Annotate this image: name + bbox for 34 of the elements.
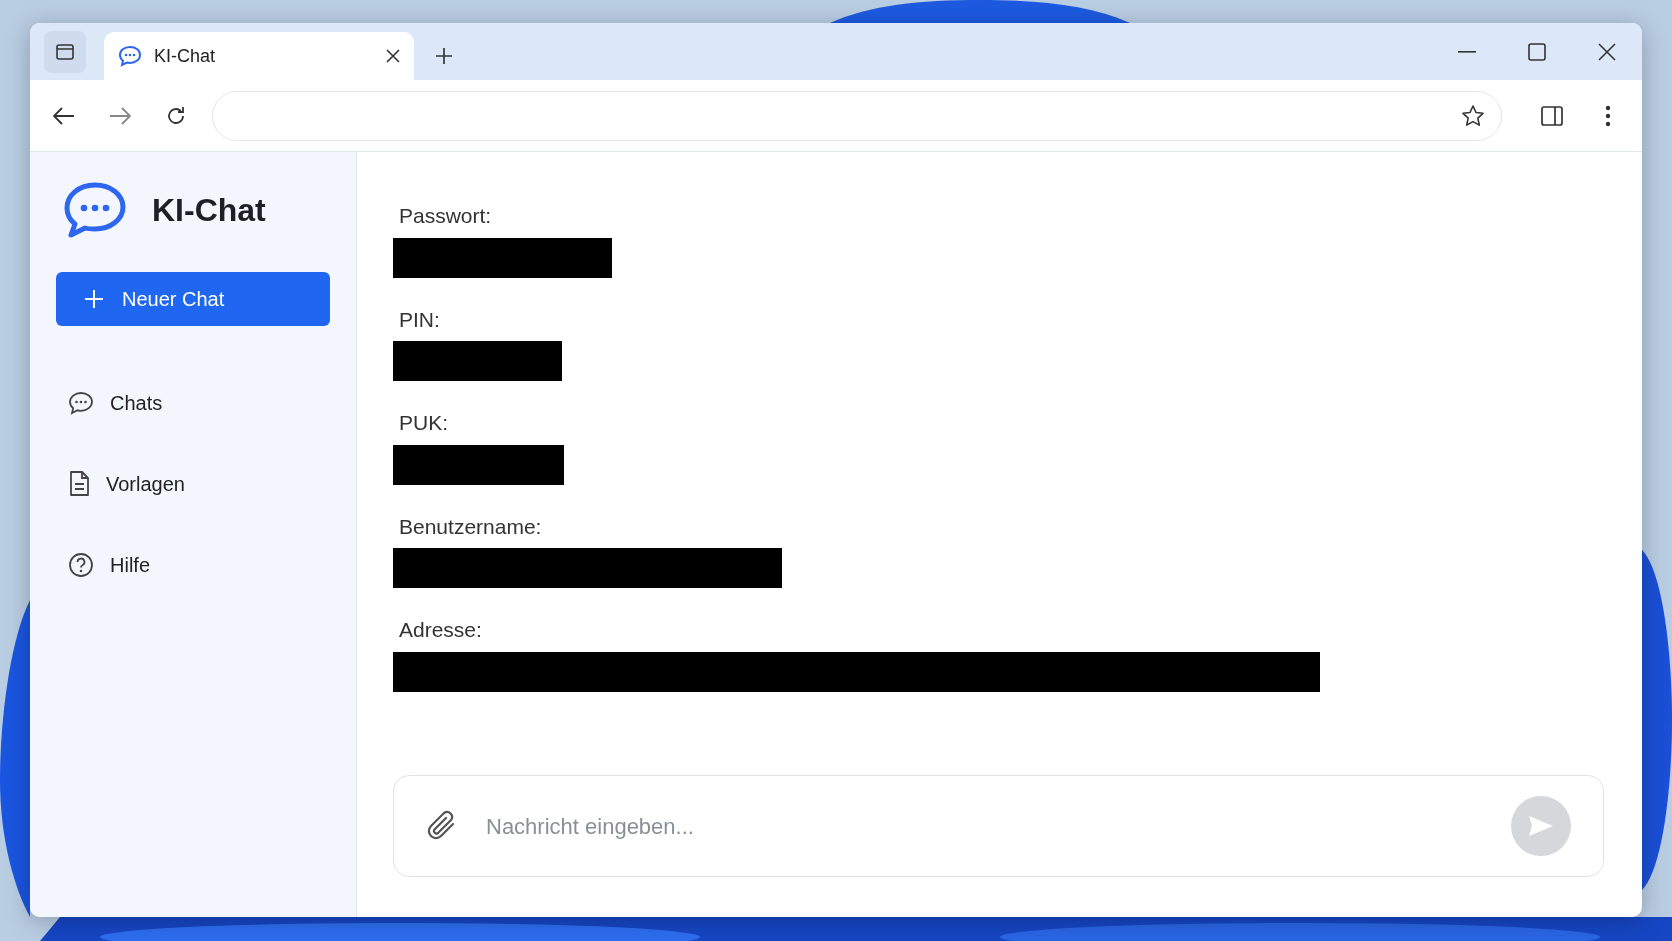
tab-actions-button[interactable] xyxy=(44,31,86,73)
field-label: Benutzername: xyxy=(399,513,543,540)
tab-close-button[interactable] xyxy=(386,49,400,63)
side-panel-icon xyxy=(1541,105,1563,126)
minimize-icon xyxy=(1458,50,1476,53)
back-icon xyxy=(53,106,75,125)
field-label: Passwort: xyxy=(399,203,493,229)
sidebar-item[interactable]: Hilfe xyxy=(56,540,330,590)
field-label: Adresse: xyxy=(399,617,483,643)
close-icon xyxy=(1598,42,1616,61)
close-icon xyxy=(386,49,400,63)
tab-title: KI-Chat xyxy=(154,44,217,68)
reload-icon xyxy=(165,104,187,127)
logo-icon xyxy=(64,182,126,238)
browser-tab[interactable]: KI-Chat xyxy=(104,32,414,80)
send-icon xyxy=(1528,815,1554,837)
window-icon xyxy=(55,42,75,62)
star-icon[interactable] xyxy=(1461,103,1485,128)
menu-icon xyxy=(1605,104,1611,127)
chat-icon xyxy=(68,391,94,415)
sidebar-item[interactable]: Vorlagen xyxy=(56,459,330,509)
field-label: PUK: xyxy=(399,410,449,436)
field-label: PIN: xyxy=(399,306,441,333)
maximize-icon xyxy=(1528,42,1546,61)
message-composer[interactable]: Nachricht eingeben... xyxy=(393,775,1604,877)
sidebar-item[interactable]: Chats xyxy=(56,378,330,428)
forward-icon xyxy=(109,106,131,125)
help-icon xyxy=(68,552,94,578)
new-chat-button[interactable]: Neuer Chat xyxy=(56,272,330,326)
chat-icon xyxy=(118,45,142,67)
plus-icon xyxy=(84,289,104,309)
app-title: KI-Chat xyxy=(152,191,266,230)
document-icon xyxy=(68,471,90,497)
plus-icon xyxy=(434,46,454,66)
